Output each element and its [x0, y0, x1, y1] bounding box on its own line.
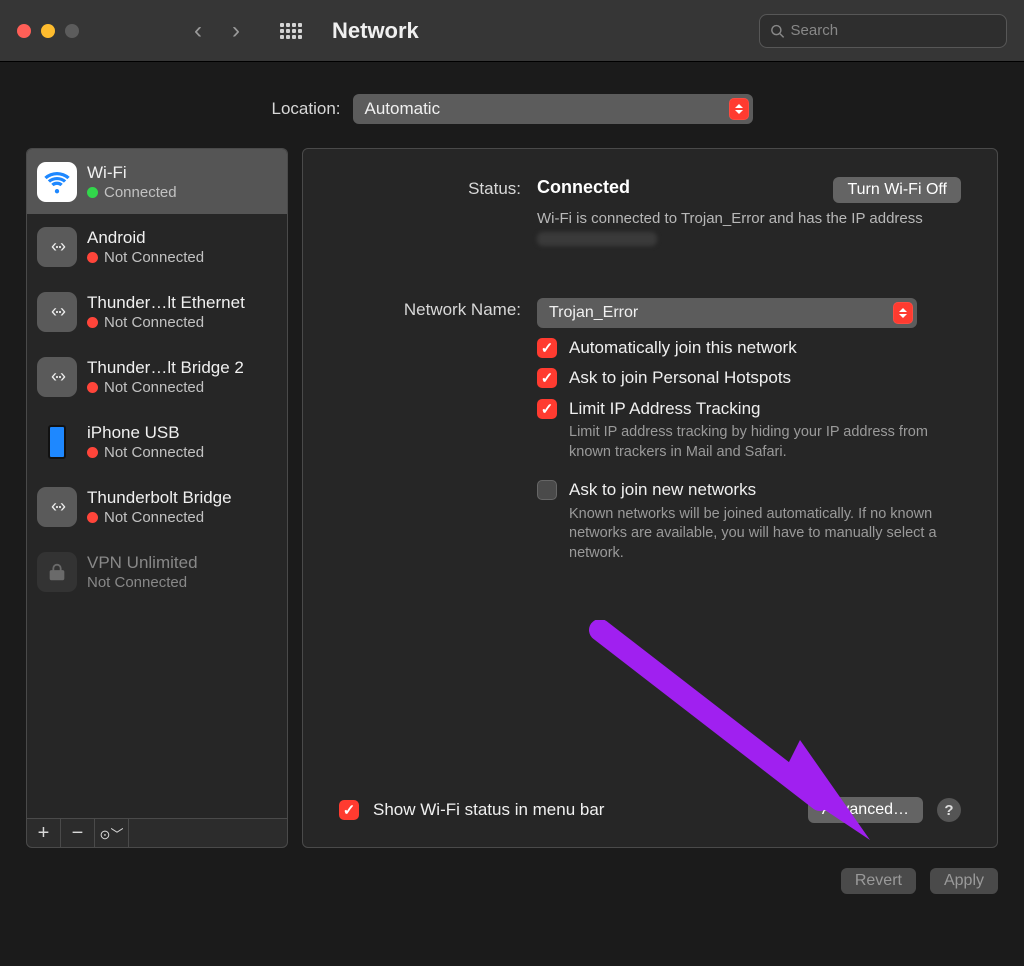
ethernet-icon: ‹··› [37, 487, 77, 527]
service-actions-button[interactable]: ⊙﹀ [95, 819, 129, 847]
location-dropdown[interactable]: Automatic [353, 94, 753, 124]
lock-icon [37, 552, 77, 592]
sidebar-item-label: Thunder…lt Ethernet [87, 293, 245, 313]
chevron-updown-icon [893, 302, 913, 324]
window-footer: Revert Apply [0, 848, 1024, 894]
auto-join-row[interactable]: Automatically join this network [537, 338, 961, 358]
checkbox-ask-new-networks[interactable] [537, 480, 557, 500]
turn-wifi-off-button[interactable]: Turn Wi-Fi Off [833, 177, 961, 203]
ask-new-networks-row[interactable]: Ask to join new networks Known networks … [537, 480, 961, 563]
sidebar-item-label: Wi-Fi [87, 163, 177, 183]
status-dot-icon [87, 382, 98, 393]
sidebar-item-vpn-unlimited[interactable]: VPN Unlimited Not Connected [27, 539, 287, 604]
network-name-value: Trojan_Error [549, 304, 893, 322]
sidebar-item-label: Thunder…lt Bridge 2 [87, 358, 244, 378]
limit-tracking-row[interactable]: Limit IP Address Tracking Limit IP addre… [537, 399, 961, 463]
checkbox-limit-tracking[interactable] [537, 399, 557, 419]
checkbox-show-wifi-menubar[interactable] [339, 800, 359, 820]
status-dot-icon [87, 187, 98, 198]
revert-button[interactable]: Revert [841, 868, 916, 894]
search-icon [770, 23, 785, 39]
sidebar-item-wifi[interactable]: Wi-Fi Connected [27, 149, 287, 214]
services-list: Wi-Fi Connected ‹··› Android Not Connect… [26, 148, 288, 818]
ask-hotspots-row[interactable]: Ask to join Personal Hotspots [537, 368, 961, 388]
close-window-button[interactable] [17, 24, 31, 38]
sidebar-item-thunderbolt-bridge[interactable]: ‹··› Thunderbolt Bridge Not Connected [27, 474, 287, 539]
search-input[interactable] [791, 22, 996, 39]
network-name-dropdown[interactable]: Trojan_Error [537, 298, 917, 328]
network-name-label: Network Name: [323, 298, 521, 563]
status-dot-icon [87, 512, 98, 523]
wifi-icon [37, 162, 77, 202]
nav-forward-button[interactable]: › [232, 19, 240, 43]
ethernet-icon: ‹··› [37, 292, 77, 332]
minimize-window-button[interactable] [41, 24, 55, 38]
sidebar-item-thunderbolt-bridge-2[interactable]: ‹··› Thunder…lt Bridge 2 Not Connected [27, 344, 287, 409]
content: Wi-Fi Connected ‹··› Android Not Connect… [0, 148, 1024, 848]
details-footer: Show Wi-Fi status in menu bar Advanced… … [339, 797, 961, 823]
chevron-updown-icon [729, 98, 749, 120]
sidebar-item-android[interactable]: ‹··› Android Not Connected [27, 214, 287, 279]
redacted-ip [537, 232, 657, 246]
status-dot-icon [87, 252, 98, 263]
nav-back-button[interactable]: ‹ [194, 19, 202, 43]
nav-arrows: ‹ › [194, 19, 240, 43]
sidebar-toolbar: + − ⊙﹀ [26, 818, 288, 848]
sidebar-item-thunderbolt-ethernet[interactable]: ‹··› Thunder…lt Ethernet Not Connected [27, 279, 287, 344]
sidebar-item-label: iPhone USB [87, 423, 204, 443]
show-all-icon[interactable] [280, 23, 302, 39]
advanced-button[interactable]: Advanced… [808, 797, 923, 823]
remove-service-button[interactable]: − [61, 819, 95, 847]
zoom-window-button[interactable] [65, 24, 79, 38]
ethernet-icon: ‹··› [37, 227, 77, 267]
checkbox-auto-join[interactable] [537, 338, 557, 358]
sidebar-item-label: Android [87, 228, 204, 248]
window-controls [17, 24, 79, 38]
add-service-button[interactable]: + [27, 819, 61, 847]
location-label: Location: [272, 99, 341, 119]
window-title: Network [332, 18, 419, 44]
location-value: Automatic [365, 99, 729, 119]
search-field[interactable] [759, 14, 1007, 48]
checkbox-ask-hotspots[interactable] [537, 368, 557, 388]
details-panel: Status: Connected Turn Wi-Fi Off Wi-Fi i… [302, 148, 998, 848]
sidebar-item-label: VPN Unlimited [87, 553, 198, 573]
show-wifi-label: Show Wi-Fi status in menu bar [373, 800, 604, 820]
iphone-icon [37, 422, 77, 462]
sidebar-item-label: Thunderbolt Bridge [87, 488, 232, 508]
apply-button[interactable]: Apply [930, 868, 998, 894]
titlebar: ‹ › Network [0, 0, 1024, 62]
status-dot-icon [87, 317, 98, 328]
status-label: Status: [323, 177, 521, 248]
status-value: Connected [537, 177, 630, 198]
help-button[interactable]: ? [937, 798, 961, 822]
sidebar-column: Wi-Fi Connected ‹··› Android Not Connect… [26, 148, 288, 848]
status-dot-icon [87, 447, 98, 458]
location-row: Location: Automatic [0, 62, 1024, 148]
status-note: Wi-Fi is connected to Trojan_Error and h… [537, 209, 937, 248]
ethernet-icon: ‹··› [37, 357, 77, 397]
sidebar-item-iphone-usb[interactable]: iPhone USB Not Connected [27, 409, 287, 474]
